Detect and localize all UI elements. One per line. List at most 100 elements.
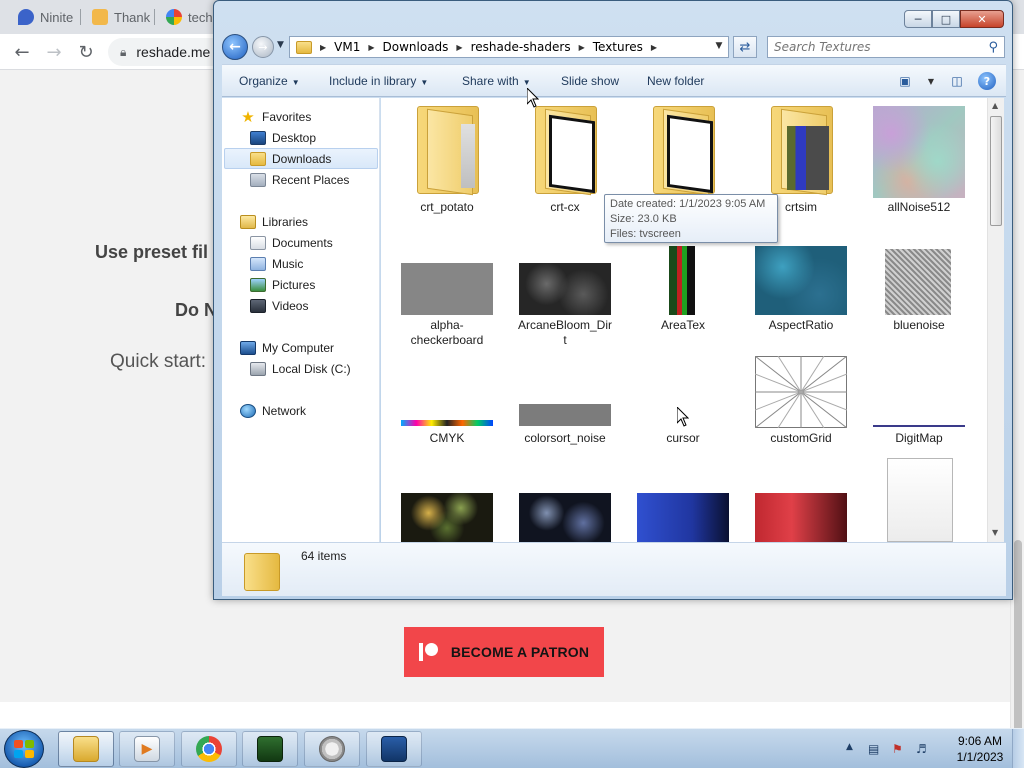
address-dropdown-icon[interactable]: ▼: [710, 36, 728, 56]
maximize-button[interactable]: □: [932, 10, 960, 28]
file-item-bokeh-blue[interactable]: [509, 458, 621, 542]
nav-recent-places[interactable]: Recent Places: [250, 169, 349, 190]
nav-music[interactable]: Music: [250, 253, 303, 274]
file-item-gradient-red[interactable]: [745, 458, 857, 542]
back-arrow-icon: ←: [229, 39, 241, 55]
google-favicon-icon: [166, 9, 182, 25]
file-item-crt-potato[interactable]: crt_potato: [391, 106, 503, 218]
breadcrumb-chevron-icon[interactable]: ▶: [368, 43, 374, 52]
network-tray-icon[interactable]: ▤: [868, 742, 879, 756]
start-button[interactable]: [4, 730, 44, 768]
custom-grid-thumbnail: [755, 356, 847, 428]
file-list-scrollbar[interactable]: ▲ ▼: [987, 98, 1004, 542]
slide-show-button[interactable]: Slide show: [561, 74, 619, 88]
videos-icon: [250, 298, 266, 313]
pictures-icon: [250, 277, 266, 292]
nav-documents[interactable]: Documents: [250, 232, 333, 253]
taskbar-explorer[interactable]: [58, 731, 114, 767]
file-item-bluenoise[interactable]: bluenoise: [863, 246, 975, 356]
file-item-colorsort-noise[interactable]: colorsort_noise: [509, 356, 621, 452]
file-item-customgrid[interactable]: customGrid: [745, 356, 857, 452]
file-item-digitmap[interactable]: DigitMap: [863, 356, 975, 452]
taskbar-chrome[interactable]: [181, 731, 237, 767]
nav-network[interactable]: Network: [240, 400, 306, 421]
explorer-window: ─ □ ✕ ← → ▼ ▶ VM1 ▶ Downloads ▶ reshade-…: [213, 0, 1013, 600]
change-view-icon[interactable]: ▣: [894, 71, 916, 91]
forward-arrow-icon[interactable]: →: [42, 40, 66, 64]
search-input[interactable]: [774, 40, 974, 54]
file-item-areatex[interactable]: AreaTex: [627, 246, 739, 356]
breadcrumb-chevron-icon[interactable]: ▶: [579, 43, 585, 52]
browser-tab-ninite[interactable]: Ninite: [4, 4, 73, 30]
breadcrumb-vm1[interactable]: VM1: [334, 40, 360, 54]
explorer-forward-button[interactable]: →: [252, 36, 274, 58]
nav-label: Documents: [272, 235, 333, 250]
minimize-button[interactable]: ─: [904, 10, 932, 28]
breadcrumb-downloads[interactable]: Downloads: [383, 40, 449, 54]
explorer-titlebar[interactable]: ─ □ ✕: [214, 1, 1012, 33]
volume-icon[interactable]: ♬: [916, 742, 927, 756]
item-count: 64 items: [301, 549, 347, 563]
organize-button[interactable]: Organize ▼: [239, 74, 300, 88]
back-arrow-icon[interactable]: ←: [10, 40, 34, 64]
breadcrumb-textures[interactable]: Textures: [593, 40, 643, 54]
nav-libraries[interactable]: Libraries: [240, 211, 308, 232]
nav-desktop[interactable]: Desktop: [250, 127, 316, 148]
taskbar-app[interactable]: [304, 731, 360, 767]
breadcrumb-chevron-icon[interactable]: ▶: [651, 43, 657, 52]
show-desktop-button[interactable]: [1012, 729, 1024, 768]
star-icon: ★: [241, 108, 255, 126]
folder-icon: [653, 106, 715, 196]
nav-pictures[interactable]: Pictures: [250, 274, 315, 295]
explorer-address-bar[interactable]: ▶ VM1 ▶ Downloads ▶ reshade-shaders ▶ Te…: [289, 36, 729, 58]
breadcrumb-chevron-icon[interactable]: ▶: [320, 43, 326, 52]
include-in-library-button[interactable]: Include in library ▼: [329, 74, 428, 88]
scroll-up-arrow-icon[interactable]: ▲: [992, 101, 998, 110]
search-box[interactable]: ⚲: [767, 36, 1005, 58]
folder-icon: [535, 106, 597, 196]
file-item-aspectratio[interactable]: AspectRatio: [745, 246, 857, 356]
preview-pane-icon[interactable]: ◫: [946, 71, 968, 91]
breadcrumb-chevron-icon[interactable]: ▶: [456, 43, 462, 52]
help-icon[interactable]: ?: [978, 72, 996, 90]
file-item-bokeh-gold[interactable]: [391, 458, 503, 542]
nav-downloads[interactable]: Downloads: [224, 148, 378, 169]
windows-logo-icon: [14, 740, 34, 758]
nav-my-computer[interactable]: My Computer: [240, 337, 334, 358]
action-center-icon[interactable]: ⚑: [892, 742, 903, 756]
show-hidden-icons-icon[interactable]: ▲: [846, 742, 853, 752]
file-item-cursor[interactable]: cursor: [627, 356, 739, 452]
nav-videos[interactable]: Videos: [250, 295, 308, 316]
browser-tab-google[interactable]: techn: [152, 4, 220, 30]
file-item-cmyk[interactable]: CMYK: [391, 356, 503, 452]
breadcrumb-reshade-shaders[interactable]: reshade-shaders: [471, 40, 571, 54]
taskbar-task-manager[interactable]: [242, 731, 298, 767]
reload-icon[interactable]: ↻: [74, 40, 98, 64]
view-dropdown-icon[interactable]: ▼: [926, 71, 936, 91]
file-item-alpha-checkerboard[interactable]: alpha-checkerboard: [391, 246, 503, 356]
refresh-button[interactable]: ⇄: [733, 36, 757, 58]
file-item-gradient-blue[interactable]: [627, 458, 739, 542]
search-icon[interactable]: ⚲: [988, 40, 998, 55]
new-folder-button[interactable]: New folder: [647, 74, 704, 88]
scroll-down-arrow-icon[interactable]: ▼: [992, 528, 998, 537]
file-item-generic-file[interactable]: [863, 458, 975, 542]
navigation-pane: ★ Favorites Desktop Downloads Recent Plac…: [222, 98, 380, 542]
file-item-allnoise512[interactable]: allNoise512: [863, 106, 975, 218]
nav-favorites[interactable]: ★ Favorites: [240, 106, 311, 127]
close-button[interactable]: ✕: [960, 10, 1004, 28]
explorer-back-button[interactable]: ←: [222, 34, 248, 60]
taskbar-media-player[interactable]: ▶: [119, 731, 175, 767]
browser-tab-thank[interactable]: Thank: [78, 4, 150, 30]
file-list-scrollbar-thumb[interactable]: [990, 116, 1002, 226]
page-text-quick-start: Quick start:: [110, 351, 207, 372]
taskbar-clock[interactable]: 9:06 AM 1/1/2023: [940, 733, 1020, 765]
become-a-patron-button[interactable]: BECOME A PATRON: [404, 627, 604, 677]
taskbar-reshade[interactable]: [366, 731, 422, 767]
recent-pages-dropdown[interactable]: ▼: [277, 40, 284, 50]
file-name: ArcaneBloom_Dirt: [517, 318, 613, 347]
share-with-button[interactable]: Share with ▼: [462, 74, 531, 88]
nav-local-disk[interactable]: Local Disk (C:): [250, 358, 351, 379]
file-item-arcanebloom-dirt[interactable]: ArcaneBloom_Dirt: [509, 246, 621, 356]
lock-icon: 🔒︎: [120, 44, 127, 59]
